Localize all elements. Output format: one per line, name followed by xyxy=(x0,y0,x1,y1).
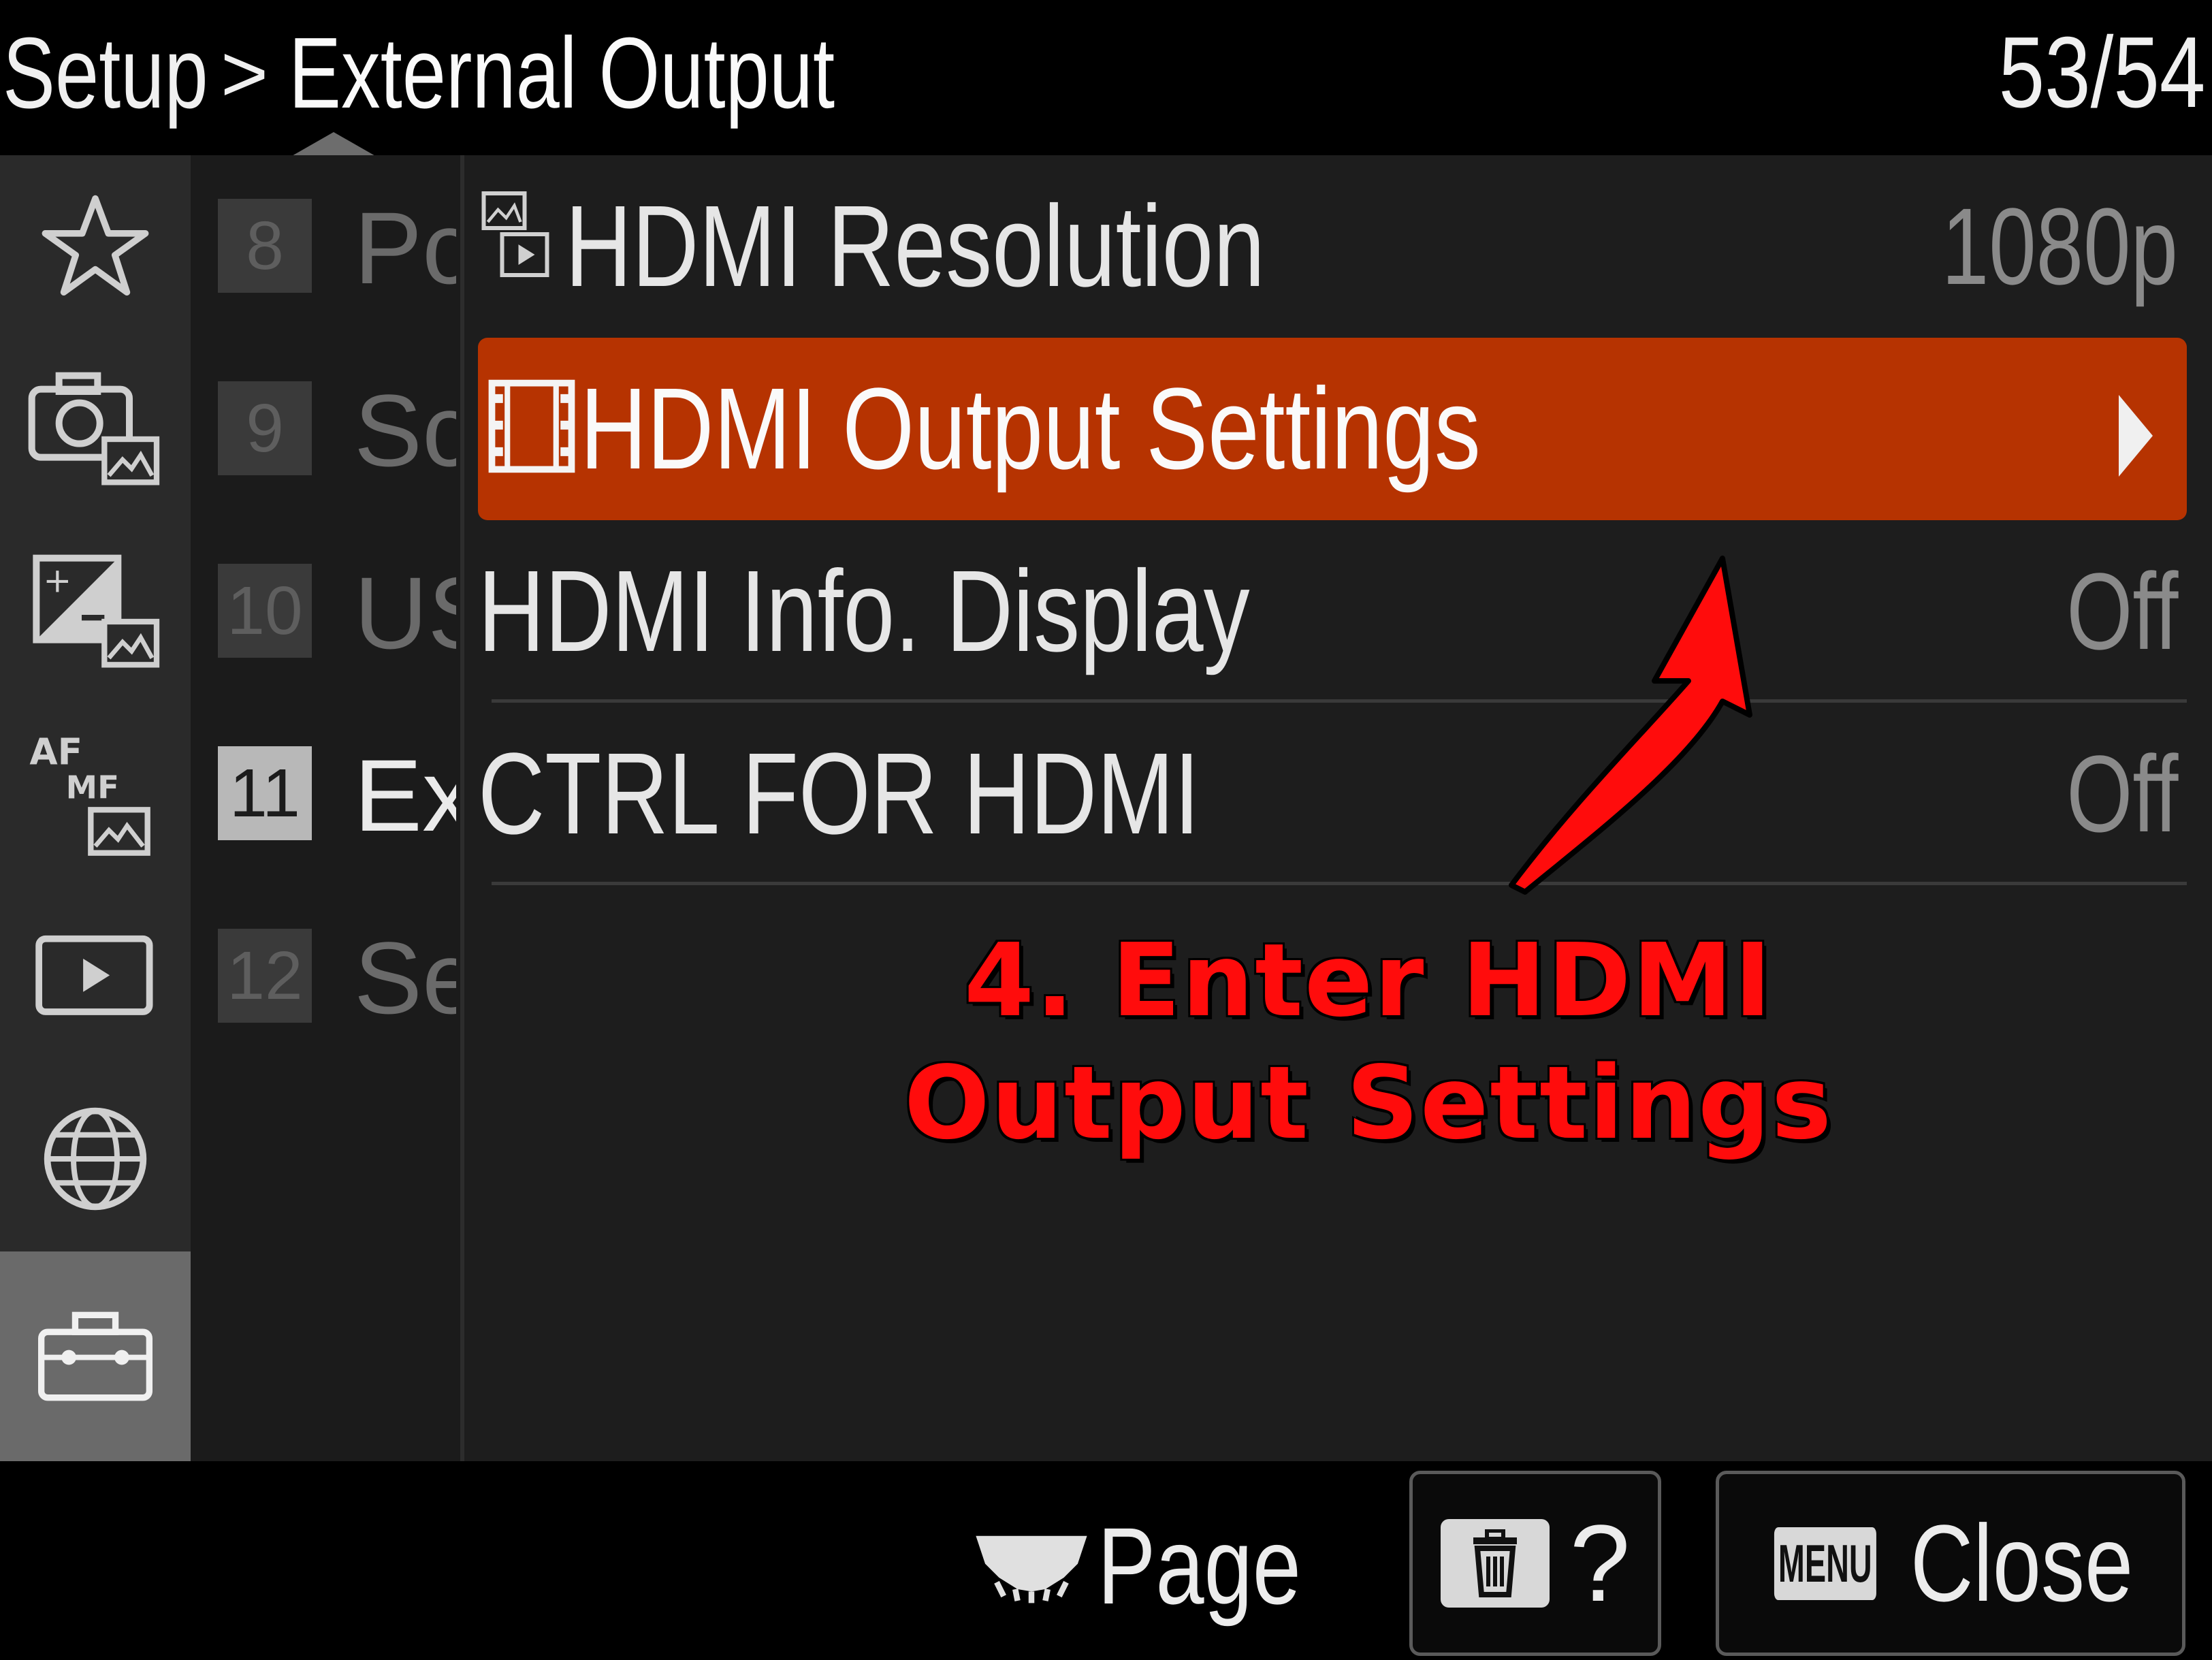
menu-item-label: HDMI Info. Display xyxy=(478,547,1250,676)
menu-item-label: CTRL FOR HDMI xyxy=(478,729,1200,859)
menu-item-hdmi-output-settings[interactable]: HDMI Output Settings xyxy=(478,338,2187,520)
subcategory-item-active[interactable]: 11 Ex xyxy=(191,703,463,885)
chevron-right-icon xyxy=(2119,395,2153,477)
subcategory-label: Ex xyxy=(354,738,456,852)
page-hint[interactable]: Page xyxy=(974,1498,1352,1634)
breadcrumb-root: Setup xyxy=(3,17,208,129)
menu-panel: HDMI Resolution 1080p HDMI Output Settin… xyxy=(464,155,2212,1461)
subcategory-number: 8 xyxy=(218,199,312,293)
svg-text:+: + xyxy=(43,561,71,601)
subcategory-label: US xyxy=(354,556,456,670)
close-button[interactable]: MENU Close xyxy=(1716,1471,2185,1656)
category-favorites[interactable] xyxy=(0,155,191,338)
category-shooting[interactable] xyxy=(0,338,191,520)
category-exposure[interactable]: + xyxy=(0,520,191,703)
breadcrumb: Setup > External Output xyxy=(3,5,989,142)
menu-key-icon: MENU xyxy=(1774,1527,1876,1600)
annotation-text: 4. Enter HDMI Output Settings xyxy=(790,919,1947,1164)
star-icon xyxy=(42,195,149,296)
close-label: Close xyxy=(1910,1502,2134,1624)
menu-item-value: Off xyxy=(2066,733,2178,855)
camera-photo-icon xyxy=(28,372,160,485)
subcategory-item[interactable]: 12 Se xyxy=(191,885,463,1068)
control-wheel-icon xyxy=(976,1535,1087,1603)
trash-icon xyxy=(1440,1519,1550,1608)
af-mf-icon: AF MF xyxy=(29,731,150,856)
menu-item-value: 1080p xyxy=(1941,185,2178,307)
film-strip-icon xyxy=(488,379,575,473)
category-setup[interactable] xyxy=(0,1251,191,1461)
annotation-arrow-icon xyxy=(1509,556,1752,895)
menu-item-value: Off xyxy=(2066,550,2178,672)
category-playback[interactable] xyxy=(0,885,191,1068)
menu-item-hdmi-info-display[interactable]: HDMI Info. Display Off xyxy=(478,520,2198,703)
help-label: ? xyxy=(1569,1502,1631,1624)
category-network[interactable] xyxy=(0,1068,191,1250)
menu-item-label: HDMI Output Settings xyxy=(580,364,1481,494)
help-button[interactable]: ? xyxy=(1409,1471,1661,1656)
subcategory-label: Se xyxy=(354,921,456,1035)
page-counter: 53/54 xyxy=(1998,16,2205,129)
category-rail: + AF MF xyxy=(0,155,191,1461)
subcategory-number: 9 xyxy=(218,381,312,475)
subcategory-number: 11 xyxy=(218,746,312,840)
af-label: AF xyxy=(29,731,82,773)
menu-item-hdmi-resolution[interactable]: HDMI Resolution 1080p xyxy=(478,155,2198,338)
subcategory-item[interactable]: 10 US xyxy=(191,520,463,703)
subcategory-item[interactable]: 8 Pc xyxy=(191,155,463,338)
page-label: Page xyxy=(1097,1505,1301,1627)
page-title: External Output xyxy=(289,17,835,129)
subcategory-number: 12 xyxy=(218,929,312,1023)
subcategory-label: Pc xyxy=(354,191,456,305)
subcategory-label: Sc xyxy=(354,373,456,488)
mf-label: MF xyxy=(66,770,119,807)
annotation-line: Output Settings xyxy=(903,1044,1833,1162)
category-focus[interactable]: AF MF xyxy=(0,703,191,885)
breadcrumb-separator: > xyxy=(221,28,269,119)
menu-item-label: HDMI Resolution xyxy=(565,182,1265,311)
subcategory-list: 8 Pc 9 Sc 10 US 11 Ex 12 Se xyxy=(191,155,463,1461)
playback-icon xyxy=(35,935,153,1015)
photo-movie-icon xyxy=(481,191,549,277)
globe-icon xyxy=(44,1107,147,1211)
row-divider xyxy=(492,882,2187,885)
annotation-line: 4. Enter HDMI xyxy=(964,922,1773,1039)
toolbox-icon xyxy=(38,1311,153,1401)
menu-item-ctrl-for-hdmi[interactable]: CTRL FOR HDMI Off xyxy=(478,703,2198,885)
exposure-icon: + xyxy=(33,554,160,668)
subcategory-item[interactable]: 9 Sc xyxy=(191,338,463,520)
subcategory-number: 10 xyxy=(218,564,312,658)
